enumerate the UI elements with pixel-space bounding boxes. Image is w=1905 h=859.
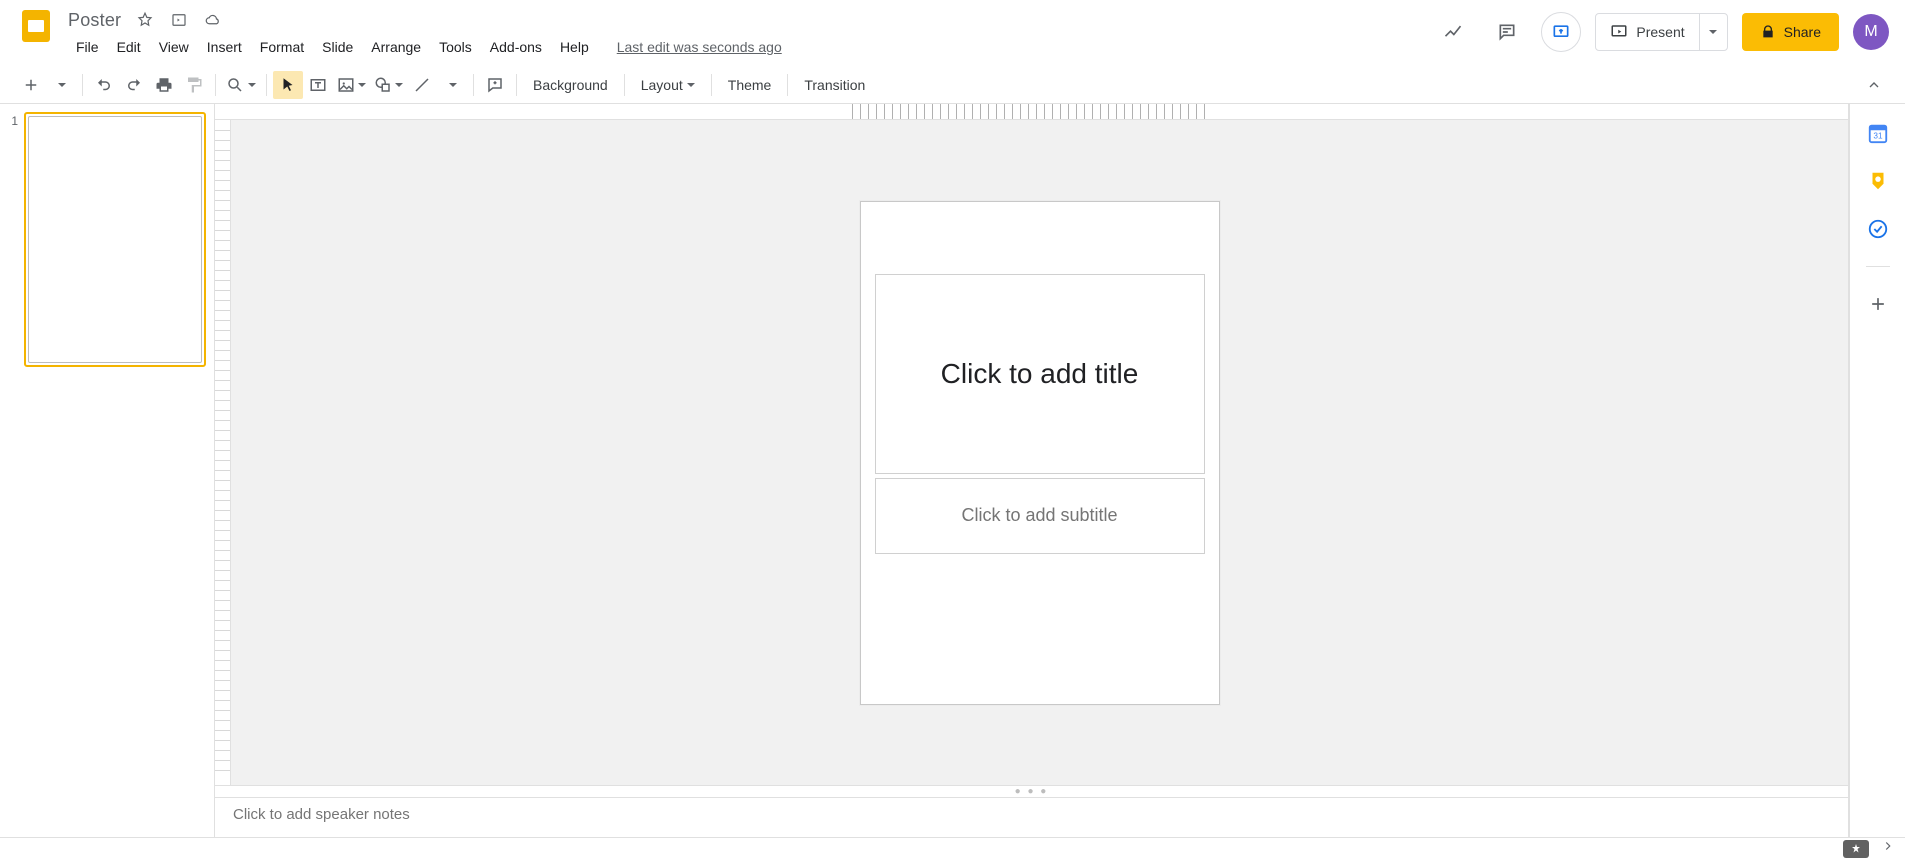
shape-tool[interactable] [370, 71, 407, 99]
line-dropdown[interactable] [437, 71, 467, 99]
menu-format[interactable]: Format [252, 35, 312, 59]
slide-thumbnail-1[interactable]: 1 [4, 112, 206, 367]
title-placeholder[interactable]: Click to add title [875, 274, 1205, 474]
calendar-icon[interactable]: 31 [1867, 122, 1889, 144]
new-slide-dropdown[interactable] [46, 71, 76, 99]
slides-logo[interactable] [16, 8, 56, 44]
side-panel: 31 [1849, 104, 1905, 837]
star-icon[interactable] [135, 10, 155, 30]
bottom-bar [0, 837, 1905, 859]
tasks-icon[interactable] [1867, 218, 1889, 240]
collapse-toolbar-button[interactable] [1859, 71, 1889, 99]
transition-button[interactable]: Transition [794, 71, 875, 99]
zoom-button[interactable] [222, 71, 260, 99]
comments-icon[interactable] [1487, 12, 1527, 52]
title-bar: Poster File Edit View Insert Format Slid… [0, 0, 1905, 60]
menu-insert[interactable]: Insert [199, 35, 250, 59]
menu-slide[interactable]: Slide [314, 35, 361, 59]
menu-file[interactable]: File [68, 35, 107, 59]
toolbar: Background Layout Theme Transition [0, 66, 1905, 104]
menu-view[interactable]: View [151, 35, 197, 59]
add-addon-icon[interactable] [1867, 293, 1889, 315]
image-tool[interactable] [333, 71, 370, 99]
menu-edit[interactable]: Edit [109, 35, 149, 59]
filmstrip[interactable]: 1 [0, 104, 214, 837]
present-to-meeting-button[interactable] [1541, 12, 1581, 52]
speaker-notes[interactable]: Click to add speaker notes [215, 797, 1848, 837]
comment-button[interactable] [480, 71, 510, 99]
activity-icon[interactable] [1433, 12, 1473, 52]
hide-sidepanel-button[interactable] [1881, 839, 1895, 858]
thumbnail-preview[interactable] [24, 112, 206, 367]
account-avatar[interactable]: M [1853, 14, 1889, 50]
menu-addons[interactable]: Add-ons [482, 35, 550, 59]
new-slide-button[interactable] [16, 71, 46, 99]
menu-tools[interactable]: Tools [431, 35, 480, 59]
undo-button[interactable] [89, 71, 119, 99]
share-label: Share [1784, 24, 1821, 40]
present-button[interactable]: Present [1596, 14, 1698, 50]
background-button[interactable]: Background [523, 71, 618, 99]
cloud-status-icon[interactable] [203, 10, 223, 30]
menu-arrange[interactable]: Arrange [363, 35, 429, 59]
textbox-tool[interactable] [303, 71, 333, 99]
move-icon[interactable] [169, 10, 189, 30]
slide-number: 1 [4, 112, 18, 367]
menu-help[interactable]: Help [552, 35, 597, 59]
redo-button[interactable] [119, 71, 149, 99]
line-tool[interactable] [407, 71, 437, 99]
present-dropdown[interactable] [1699, 14, 1727, 50]
print-button[interactable] [149, 71, 179, 99]
slide-canvas[interactable]: Click to add title Click to add subtitle [860, 201, 1220, 705]
menu-bar: File Edit View Insert Format Slide Arran… [68, 34, 782, 60]
keep-icon[interactable] [1867, 170, 1889, 192]
select-tool[interactable] [273, 71, 303, 99]
explore-button[interactable] [1843, 840, 1869, 858]
share-button[interactable]: Share [1742, 13, 1839, 51]
last-edit-link[interactable]: Last edit was seconds ago [617, 39, 782, 55]
slide-stage[interactable]: Click to add title Click to add subtitle [231, 120, 1848, 785]
document-title[interactable]: Poster [68, 10, 121, 31]
theme-button[interactable]: Theme [718, 71, 782, 99]
paint-format-button[interactable] [179, 71, 209, 99]
horizontal-ruler[interactable] [215, 104, 1848, 120]
notes-resize-handle[interactable]: ● ● ● [215, 785, 1848, 797]
present-label: Present [1636, 24, 1684, 40]
vertical-ruler[interactable] [215, 120, 231, 785]
svg-text:31: 31 [1873, 132, 1883, 141]
subtitle-placeholder[interactable]: Click to add subtitle [875, 478, 1205, 554]
layout-button[interactable]: Layout [631, 71, 705, 99]
